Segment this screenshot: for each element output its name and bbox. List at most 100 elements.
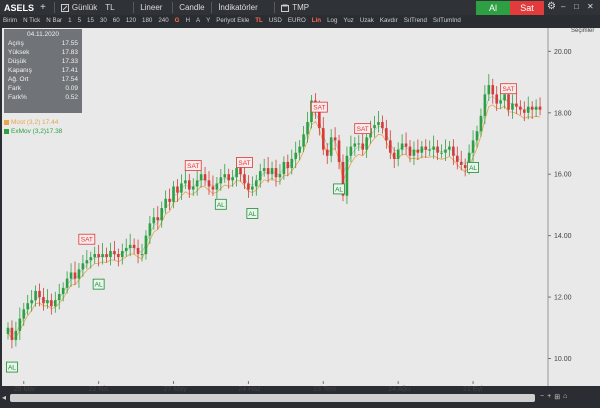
candle-body: [117, 254, 120, 258]
subtoolbar-item-14[interactable]: Y: [203, 17, 213, 24]
candle-body: [195, 180, 199, 187]
scroll-left-icon[interactable]: ◂: [2, 393, 6, 402]
chart-type-button[interactable]: Candle: [175, 0, 209, 15]
options-label[interactable]: Seçimler: [571, 28, 594, 34]
subtoolbar-item-17[interactable]: USD: [266, 17, 285, 24]
subtoolbar-item-0[interactable]: Birim: [0, 17, 20, 24]
info-label: Fark: [8, 85, 21, 92]
legend-item[interactable]: Most (3,2) 17.44: [4, 118, 62, 127]
candle-body: [420, 146, 424, 153]
ohlc-info-box: 04.11.2020 Açılış 17.55 Yüksek 17.83 Düşük 17…: [4, 29, 82, 113]
info-label: Açılış: [8, 40, 24, 47]
currency-button[interactable]: TL: [101, 0, 131, 15]
candle-body: [10, 327, 14, 341]
candle-body: [381, 122, 384, 129]
candle-body: [97, 254, 100, 258]
info-value: 17.83: [61, 49, 78, 56]
sell-button[interactable]: Sat: [510, 1, 544, 15]
subtoolbar-item-4[interactable]: 5: [75, 17, 84, 24]
subtoolbar-item-9[interactable]: 180: [139, 17, 155, 24]
subtoolbar-item-11[interactable]: G: [172, 17, 183, 24]
subtoolbar-item-16[interactable]: TL: [252, 17, 266, 24]
maximize-icon[interactable]: □: [574, 2, 579, 11]
close-icon[interactable]: ✕: [587, 2, 594, 11]
fit-icon[interactable]: ⊞: [554, 393, 560, 401]
subtoolbar-item-15[interactable]: Periyot Ekle: [213, 17, 252, 24]
candle-body: [251, 186, 254, 190]
candle-body: [373, 125, 376, 129]
price-chart[interactable]: 10.0012.0014.0016.0018.0020.0025 Mar 22 N…: [0, 26, 600, 393]
minimize-icon[interactable]: –: [561, 2, 565, 11]
info-row: Düşük 17.33: [4, 57, 82, 66]
info-row: Yüksek 17.83: [4, 48, 82, 57]
candle-body: [172, 186, 175, 202]
info-value: 17.41: [61, 67, 78, 74]
subtoolbar-item-23[interactable]: Kavdır: [377, 17, 401, 24]
subtoolbar-item-10[interactable]: 240: [155, 17, 171, 24]
candle-body: [432, 146, 435, 150]
zoom-in-icon[interactable]: +: [547, 393, 551, 401]
gear-icon[interactable]: ⚙: [547, 1, 556, 12]
candle-body: [148, 223, 152, 236]
candle-body: [203, 174, 207, 181]
subtoolbar-item-25[interactable]: SılTumInd: [430, 17, 464, 24]
candle-body: [42, 297, 45, 304]
zoom-out-icon[interactable]: −: [540, 393, 544, 401]
candle-body: [38, 290, 41, 298]
subtoolbar-item-3[interactable]: 1: [65, 17, 74, 24]
candle-body: [408, 146, 412, 156]
legend-item[interactable]: ExMov (3,2)17.38: [4, 127, 62, 136]
candle-body: [416, 149, 420, 153]
candle-body: [65, 278, 69, 288]
subtoolbar-item-1[interactable]: N Tick: [20, 17, 43, 24]
signal-label: AL: [469, 165, 477, 172]
candle-body: [436, 146, 439, 153]
legend-label: Most (3,2) 17.44: [11, 119, 59, 126]
subtoolbar-item-13[interactable]: A: [193, 17, 203, 24]
candle-body: [160, 208, 164, 221]
candle-body: [475, 131, 479, 141]
y-tick-label: 10.00: [554, 356, 572, 363]
subtoolbar-item-22[interactable]: Uzak: [357, 17, 377, 24]
subtoolbar-item-12[interactable]: H: [183, 17, 193, 24]
subtoolbar-item-18[interactable]: EURO: [285, 17, 309, 24]
candle-body: [262, 168, 266, 172]
subtoolbar-item-7[interactable]: 60: [110, 17, 123, 24]
candle-body: [199, 174, 203, 181]
signal-label: AL: [95, 282, 103, 289]
candle-body: [452, 146, 455, 156]
subtoolbar-item-21[interactable]: Yuz: [340, 17, 356, 24]
candle-body: [377, 122, 380, 126]
subtoolbar-item-5[interactable]: 15: [84, 17, 97, 24]
symbol-label[interactable]: ASELS: [0, 3, 36, 13]
subtoolbar-item-19[interactable]: Lin: [309, 17, 324, 24]
subtoolbar-item-6[interactable]: 30: [97, 17, 110, 24]
candle-body: [491, 85, 495, 95]
horizontal-scrollbar[interactable]: [10, 394, 535, 402]
candle-body: [235, 168, 238, 178]
buy-button[interactable]: Al: [476, 1, 510, 15]
signal-label: SAT: [187, 163, 199, 170]
add-symbol-button[interactable]: +: [36, 0, 52, 15]
subtoolbar-item-20[interactable]: Log: [324, 17, 340, 24]
info-label: Kapanış: [8, 67, 32, 74]
legend-label: ExMov (3,2)17.38: [11, 128, 63, 135]
candle-body: [211, 186, 215, 190]
candle-body: [530, 106, 534, 110]
candle-body: [404, 143, 408, 147]
subtoolbar-item-24[interactable]: SılTrend: [401, 17, 430, 24]
indicators-button[interactable]: İndikatörler: [214, 0, 272, 15]
chart-panel[interactable]: 10.00 12.00 14.00 16.00 18.00 20.00 25 Mar 22 N…: [0, 26, 600, 393]
candle-body: [215, 183, 219, 190]
template-label: TMP: [292, 3, 310, 12]
lock-icon[interactable]: ⌂: [563, 393, 567, 401]
candle-body: [34, 290, 37, 301]
candle-body: [180, 183, 183, 193]
subtoolbar-item-2[interactable]: N Bar: [43, 17, 65, 24]
template-button[interactable]: TMP: [277, 0, 313, 15]
subtoolbar-item-8[interactable]: 120: [123, 17, 139, 24]
scale-button[interactable]: Lineer: [136, 0, 170, 15]
candle-body: [459, 161, 463, 165]
period-button[interactable]: Günlük: [57, 0, 101, 15]
candle-body: [345, 155, 349, 196]
